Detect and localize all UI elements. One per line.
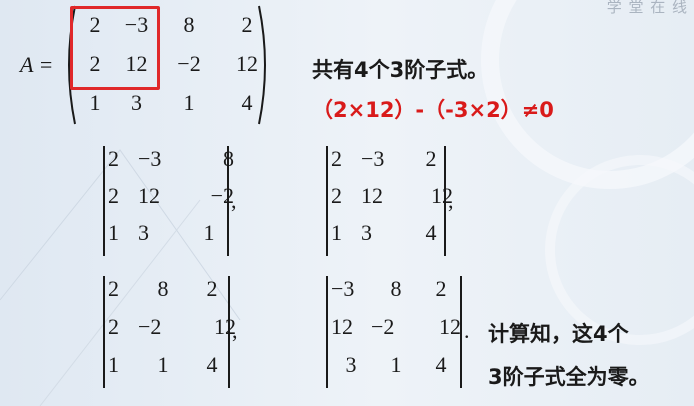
matrix-cell: 4 [241, 90, 253, 115]
det-4-punct: . [464, 318, 470, 343]
det-cell: 1 [331, 220, 342, 245]
det-2-left-bar [326, 146, 328, 256]
det-cell: 12 [431, 183, 453, 208]
det-cell: 12 [331, 314, 353, 339]
det-cell: 2 [108, 183, 119, 208]
determinant-1: 2 −3 8 2 12 −2 1 3 1 [108, 146, 234, 257]
nonzero-condition: （2×12）-（-3×2）≠0 [312, 98, 554, 122]
det-4-right-bar [460, 276, 462, 388]
matrix-cell: 8 [183, 12, 195, 37]
det-cell: 1 [108, 352, 119, 377]
det-cell: 3 [345, 352, 357, 377]
det-cell: −3 [331, 276, 355, 301]
det-cell: 12 [361, 183, 383, 208]
det-cell: 12 [439, 314, 461, 339]
conclusion-line-2: 3阶子式全为零。 [488, 365, 650, 389]
selected-submatrix-highlight [70, 6, 160, 90]
det-4-left-bar [326, 276, 328, 388]
det-cell: 4 [435, 352, 447, 377]
det-cell: 2 [331, 146, 342, 171]
det-cell: −2 [138, 314, 162, 339]
det-1-punct: , [231, 188, 237, 213]
det-cell: −3 [138, 146, 162, 171]
det-1-left-bar [103, 146, 105, 256]
det-3-right-bar [228, 276, 230, 388]
det-cell: 8 [390, 276, 402, 301]
det-cell: −2 [371, 314, 395, 339]
det-2-right-bar [444, 146, 446, 256]
determinant-3: 2 8 2 2 −2 12 1 1 4 [108, 276, 236, 390]
det-cell: 2 [331, 183, 342, 208]
determinant-2: 2 −3 2 2 12 12 1 3 4 [331, 146, 453, 257]
det-3-left-bar [103, 276, 105, 388]
det-cell: −3 [361, 146, 385, 171]
matrix-cell: 3 [131, 90, 142, 115]
determinant-4: −3 8 2 12 −2 12 3 1 4 [331, 276, 461, 390]
det-cell: 2 [425, 146, 437, 171]
det-cell: 4 [425, 220, 437, 245]
det-1-right-bar [227, 146, 229, 256]
det-cell: 2 [108, 276, 119, 301]
matrix-label: A = [20, 52, 54, 77]
det-cell: 3 [138, 220, 149, 245]
det-cell: 12 [138, 183, 160, 208]
matrix-cell: 12 [236, 51, 258, 76]
conclusion-line-1: 计算知，这4个 [488, 322, 629, 346]
matrix-cell: 1 [89, 90, 101, 115]
det-3-punct: , [232, 318, 238, 343]
det-cell: 1 [157, 352, 169, 377]
det-cell: 8 [157, 276, 169, 301]
det-cell: 2 [108, 146, 119, 171]
matrix-cell: 2 [241, 12, 253, 37]
matrix-cell: −2 [177, 51, 201, 76]
det-cell: 2 [108, 314, 119, 339]
matrix-cell: 1 [183, 90, 195, 115]
det-cell: 1 [390, 352, 402, 377]
det-cell: 1 [108, 220, 119, 245]
minor-count-note: 共有4个3阶子式。 [312, 58, 489, 82]
det-cell: 2 [435, 276, 447, 301]
det-cell: 3 [361, 220, 372, 245]
det-2-punct: , [448, 188, 454, 213]
watermark-text: 学 堂 在 线 [606, 0, 688, 16]
